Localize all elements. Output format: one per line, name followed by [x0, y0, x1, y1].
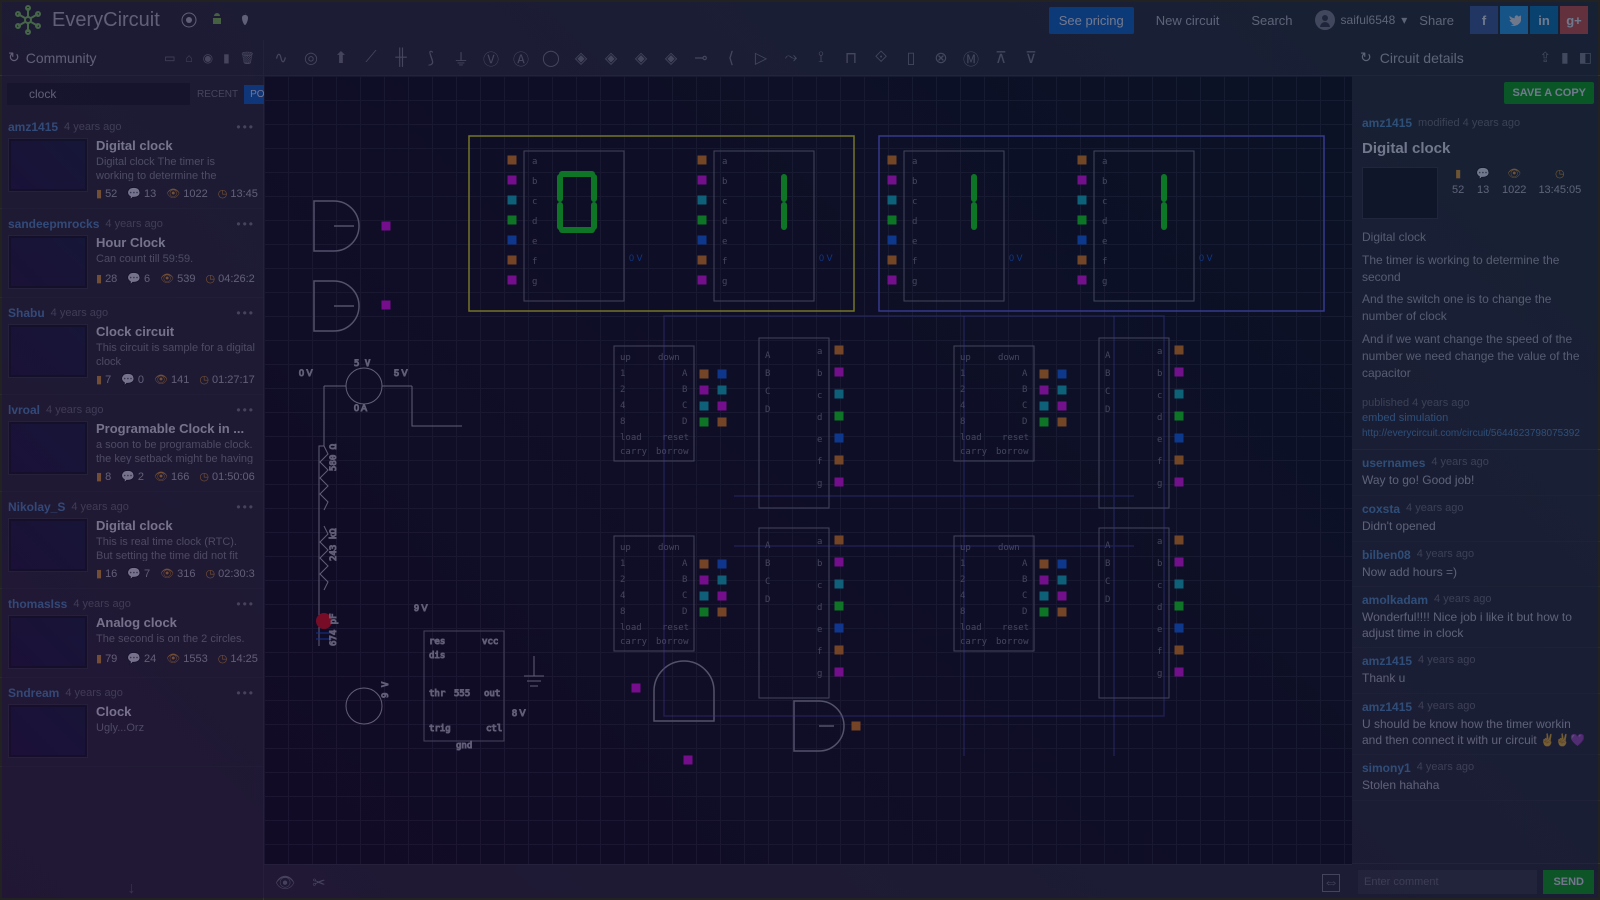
details-sidebar: ↻ Circuit details ⇪ ▮ ◧ SAVE A COPY amz1…	[1352, 40, 1600, 900]
circuit-thumbnail	[1362, 167, 1438, 219]
